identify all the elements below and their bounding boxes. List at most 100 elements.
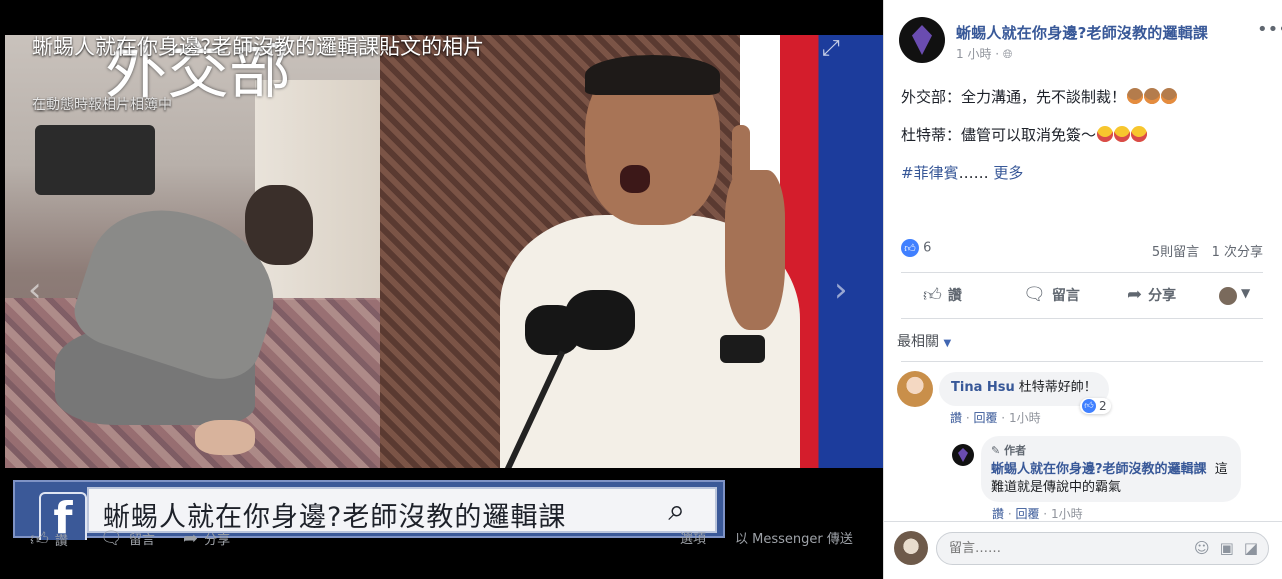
chevron-down-icon: ▼	[943, 338, 952, 349]
reply-like-link[interactable]: 讚	[992, 507, 1004, 521]
viewer-options-label: 選項	[680, 532, 707, 547]
emoji-icon[interactable]: ☺	[1194, 539, 1210, 557]
post-time[interactable]: 1 小時	[956, 47, 991, 61]
viewer-options-button[interactable]: 選項	[680, 528, 706, 547]
speaker-figure	[470, 55, 800, 468]
share-button[interactable]: ➦ 分享	[1127, 284, 1176, 305]
viewer-comment-label: 留言	[128, 533, 155, 548]
photo-viewer: 外交部 蜥蜴人就在你身邊?老師沒教的邏輯課貼文的相片 在動態時報相片相簿中 ⤢ …	[0, 0, 883, 579]
tongue-emoji-icon	[1114, 126, 1131, 142]
speaker-hand	[725, 170, 785, 330]
figure-head	[245, 185, 313, 265]
post-ellipsis: ……	[958, 164, 989, 182]
divider	[901, 361, 1263, 362]
like-label: 讚	[947, 288, 962, 304]
see-more-link[interactable]: 更多	[993, 164, 1023, 182]
like-reaction-icon[interactable]: 👍︎	[901, 239, 919, 257]
comment-text: 杜特蒂好帥！	[1018, 380, 1097, 395]
tongue-emoji-icon	[1131, 126, 1148, 142]
composer-icons: ☺ ▣ ◪	[1194, 539, 1258, 557]
comment-button[interactable]: 🗨︎ 留言	[1023, 284, 1080, 305]
like-count[interactable]: 6	[923, 241, 931, 256]
comment-reaction-count[interactable]: 👍︎ 2	[1080, 398, 1111, 414]
next-photo-icon[interactable]: ›	[834, 270, 848, 310]
post-header: 蜥蜴人就在你身邊?老師沒教的邏輯課 1 小時 · 🌐︎ •••	[899, 14, 1282, 74]
reply-author-link[interactable]: 蜥蜴人就在你身邊?老師沒教的邏輯課	[991, 462, 1207, 477]
hashtag-link[interactable]: #菲律賓	[901, 164, 959, 182]
post-line-2-text: 杜特蒂：儘管可以取消免簽～	[901, 126, 1097, 144]
commenter-avatar[interactable]	[897, 371, 933, 407]
author-badge: ✎ 作者	[991, 442, 1231, 459]
post-stats: 👍︎ 6 5則留言 1 次分享	[901, 239, 1263, 261]
fullscreen-icon[interactable]: ⤢	[822, 36, 840, 61]
comment-sort-dropdown[interactable]: 最相關 ▼	[897, 331, 951, 351]
author-badge-label: 作者	[1004, 444, 1027, 457]
divider	[901, 272, 1263, 273]
comment-label: 留言	[1051, 287, 1080, 304]
viewer-action-bar: 👍︎ 讚 🗨︎ 留言 ➦ 分享 選項 以 Messenger 傳送	[30, 528, 880, 550]
microphone	[565, 290, 635, 350]
comment-author-link[interactable]: Tina Hsu	[951, 380, 1015, 395]
reply-meta: 讚 · 回覆 · 1小時	[992, 507, 1083, 521]
my-avatar	[894, 531, 928, 565]
viewer-like-button[interactable]: 👍︎ 讚	[30, 528, 68, 550]
share-icon: ➦	[1127, 284, 1143, 305]
post-line-2: 杜特蒂：儘管可以取消免簽～	[901, 124, 1271, 146]
page-avatar[interactable]	[899, 17, 945, 63]
bear-emoji-icon	[1127, 88, 1144, 104]
more-options-icon[interactable]: •••	[1257, 19, 1282, 40]
comment-time[interactable]: 1小時	[1009, 411, 1041, 425]
search-icon: ⌕	[668, 493, 685, 528]
comment-icon: 🗨︎	[1023, 284, 1046, 305]
speaker-mouth	[620, 165, 650, 193]
post-sidebar: 蜥蜴人就在你身邊?老師沒教的邏輯課 1 小時 · 🌐︎ ••• 外交部：全力溝通…	[883, 0, 1282, 579]
reply-reply-link[interactable]: 回覆	[1015, 507, 1039, 521]
share-label: 分享	[1148, 287, 1177, 304]
send-messenger-button[interactable]: 以 Messenger 傳送	[735, 528, 853, 547]
comment-reply-link[interactable]: 回覆	[973, 411, 997, 425]
reply-bubble: ✎ 作者 蜥蜴人就在你身邊?老師沒教的邏輯課 這難道就是傳說中的霸氣	[981, 436, 1241, 502]
thumbs-up-icon: 👍︎	[923, 285, 942, 306]
previous-photo-icon[interactable]: ‹	[28, 270, 42, 310]
viewer-comment-button[interactable]: 🗨︎ 留言	[100, 528, 155, 549]
divider	[884, 521, 1282, 522]
photo-right-panel	[380, 35, 883, 468]
divider	[901, 318, 1263, 319]
comment-composer: ☺ ▣ ◪	[894, 528, 1274, 568]
bear-emoji-icon	[1144, 88, 1161, 104]
gif-icon[interactable]: ▣	[1220, 539, 1234, 557]
comment-like-link[interactable]: 讚	[950, 411, 962, 425]
comment-count[interactable]: 5則留言	[1152, 245, 1199, 260]
send-messenger-label: 以 Messenger 傳送	[735, 532, 853, 547]
viewer-share-label: 分享	[204, 533, 231, 548]
reply-content: 蜥蜴人就在你身邊?老師沒教的邏輯課 這難道就是傳說中的霸氣	[991, 461, 1231, 497]
share-icon: ➦	[183, 528, 199, 549]
sort-label: 最相關	[897, 334, 939, 350]
chevron-down-icon[interactable]: ▼	[1241, 286, 1250, 300]
comment-meta: 讚 · 回覆 · 1小時	[950, 411, 1041, 425]
post-line-1: 外交部：全力溝通，先不談制裁！	[901, 86, 1271, 108]
wristwatch	[720, 335, 765, 363]
page-name-link[interactable]: 蜥蜴人就在你身邊?老師沒教的邏輯課	[956, 22, 1208, 43]
post-meta: 1 小時 · 🌐︎	[956, 45, 1013, 62]
viewer-subtitle[interactable]: 在動態時報相片相簿中	[32, 94, 172, 114]
pencil-icon: ✎	[991, 444, 1001, 457]
banner-search-box: 蜥蜴人就在你身邊?老師沒教的邏輯課 ⌕	[87, 487, 717, 533]
viewer-like-label: 讚	[54, 533, 68, 549]
author-reply-avatar[interactable]	[952, 444, 974, 466]
comment-icon: 🗨︎	[100, 528, 123, 549]
tongue-emoji-icon	[1097, 126, 1114, 142]
comment-reaction-number: 2	[1099, 399, 1107, 413]
like-reaction-icon: 👍︎	[1082, 399, 1096, 413]
like-button[interactable]: 👍︎ 讚	[923, 284, 962, 306]
reply-time[interactable]: 1小時	[1051, 507, 1083, 521]
post-line-1-text: 外交部：全力溝通，先不談制裁！	[901, 88, 1127, 106]
globe-icon[interactable]: 🌐︎	[1003, 47, 1013, 61]
separator-dot: ·	[995, 47, 1003, 61]
post-line-3: #菲律賓…… 更多	[901, 162, 1271, 184]
viewer-title: 蜥蜴人就在你身邊?老師沒教的邏輯課貼文的相片	[32, 35, 485, 59]
viewer-share-button[interactable]: ➦ 分享	[183, 528, 230, 549]
share-as-avatar[interactable]	[1219, 287, 1237, 305]
sticker-icon[interactable]: ◪	[1244, 539, 1258, 557]
share-count[interactable]: 1 次分享	[1212, 245, 1263, 260]
